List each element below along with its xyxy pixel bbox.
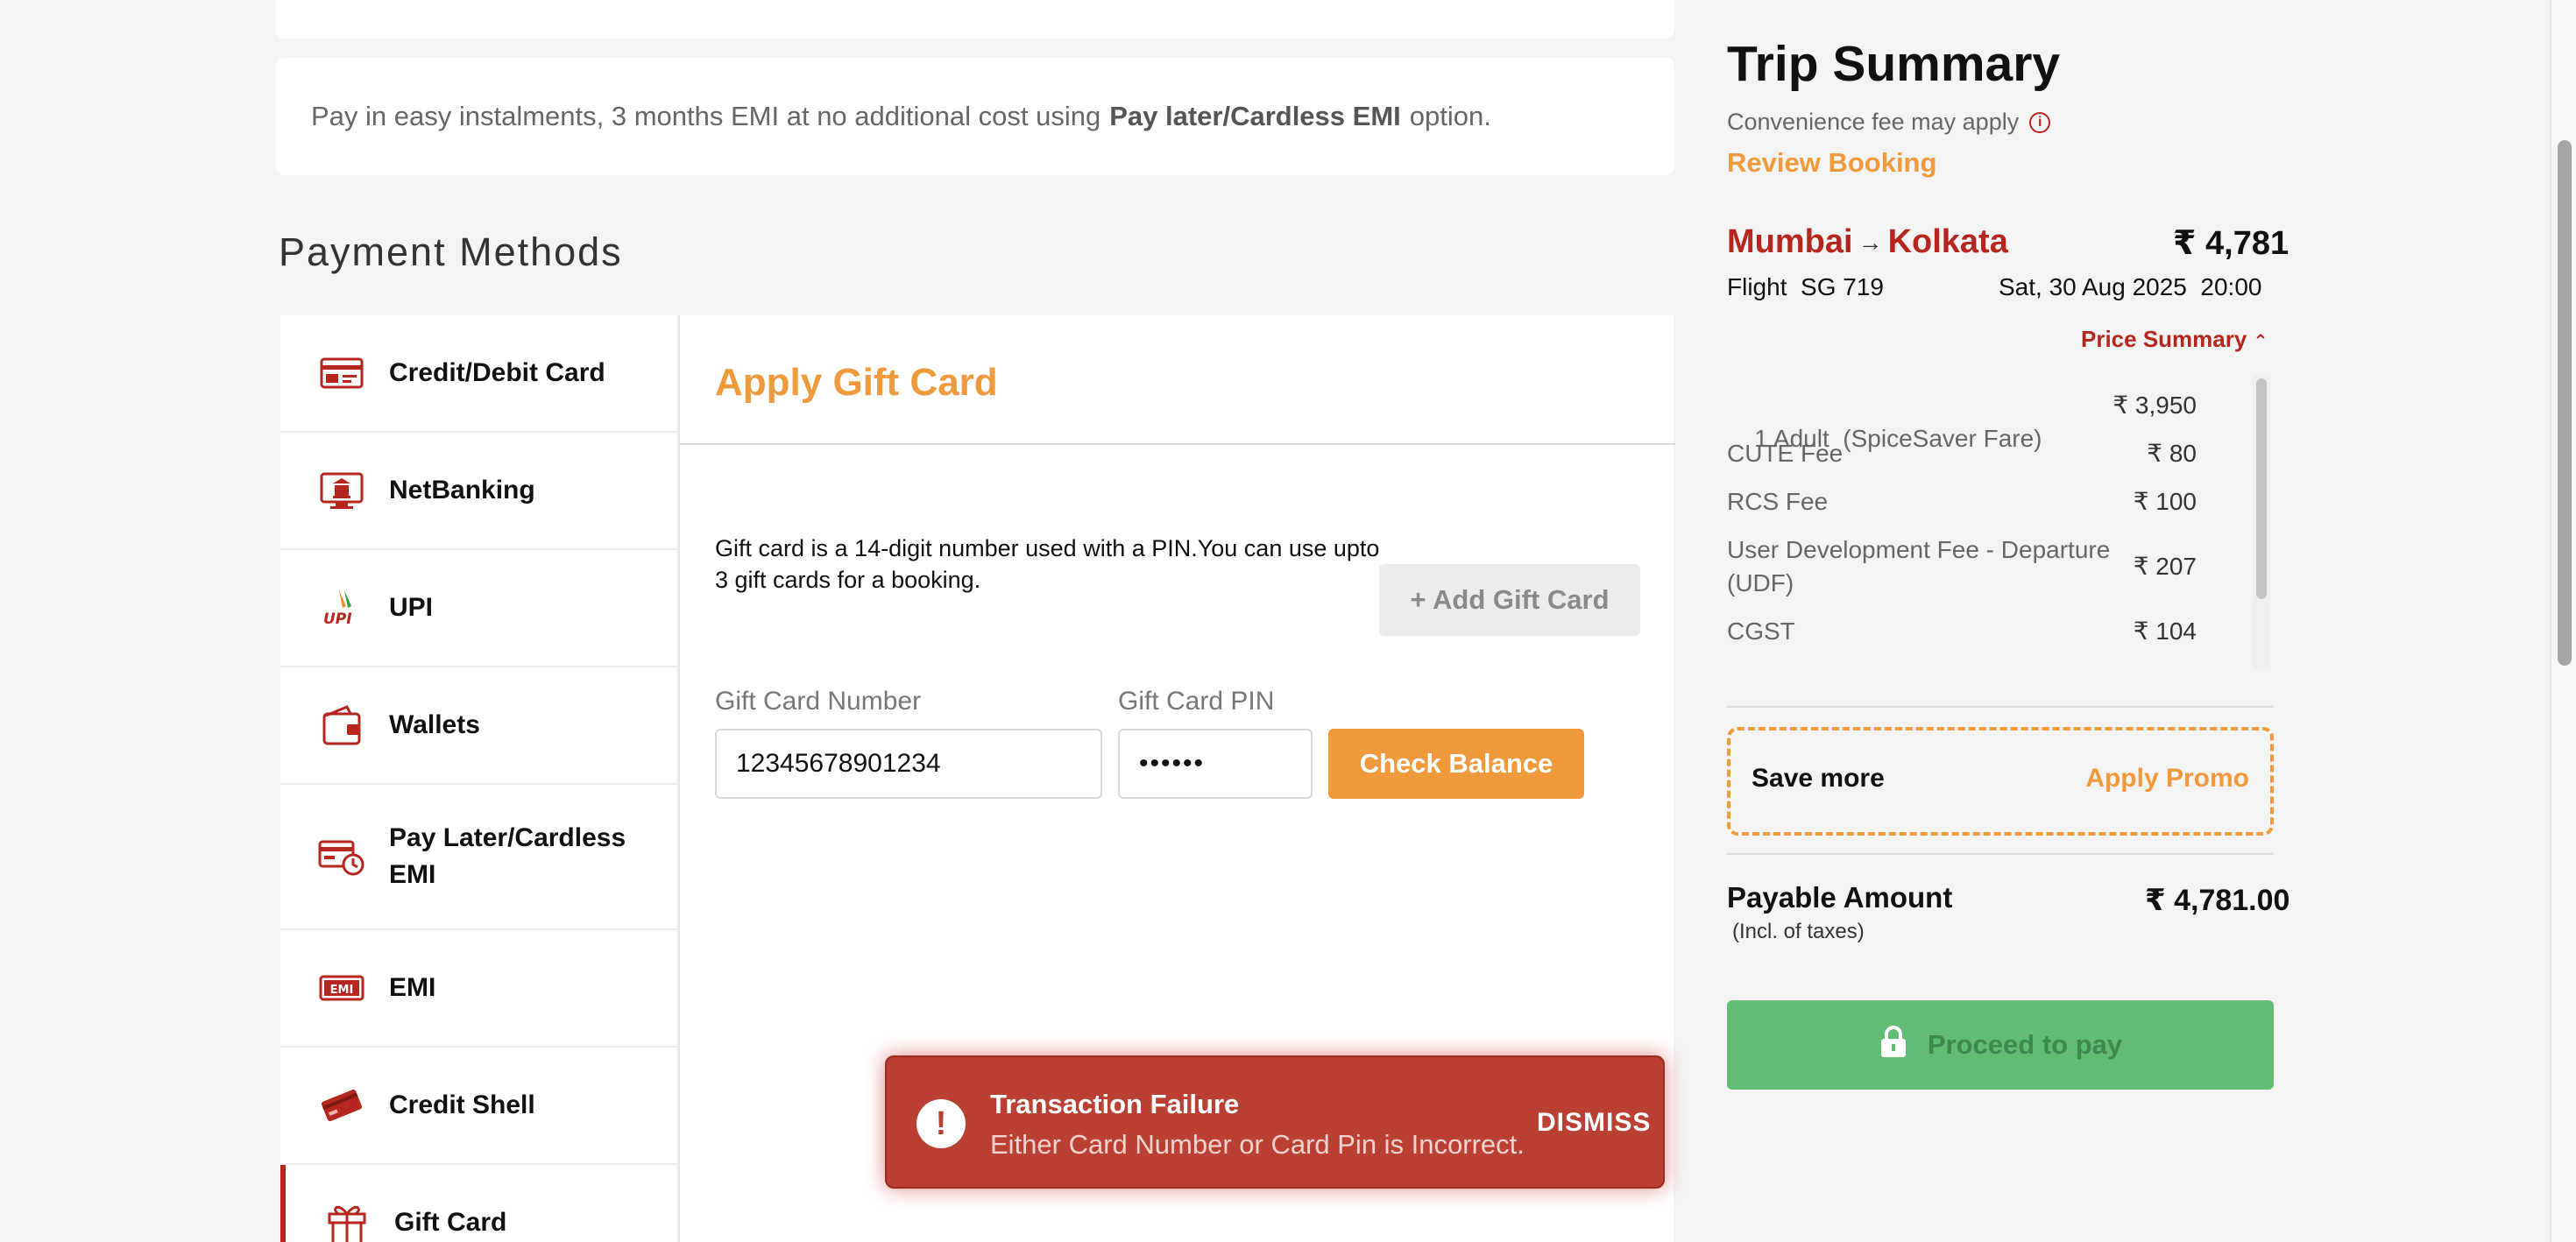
toast-title: Transaction Failure xyxy=(990,1089,1240,1119)
fare-label: RCS Fee xyxy=(1727,488,1829,515)
fare-label: CGST xyxy=(1727,617,1795,645)
nav-label-wallets: Wallets xyxy=(389,710,480,739)
nav-label-gift-card: Gift Card xyxy=(394,1208,507,1237)
check-balance-button[interactable]: Check Balance xyxy=(1328,729,1584,799)
dismiss-button[interactable]: DISMISS xyxy=(1537,1108,1651,1138)
chevron-up-icon: ⌃ xyxy=(2253,332,2268,351)
nav-label-emi: EMI xyxy=(389,973,436,1002)
trip-summary-title: Trip Summary xyxy=(1727,36,2061,92)
page-scrollbar-thumb[interactable] xyxy=(2558,140,2572,666)
fare-row: User Development Fee - Departure (UDF) ₹… xyxy=(1727,533,2223,600)
emi-banner-text: Pay in easy instalments, 3 months EMI at… xyxy=(311,101,1101,131)
convenience-fee-text: Convenience fee may apply xyxy=(1727,109,2020,135)
price-summary-toggle[interactable]: Price Summary ⌃ xyxy=(2081,326,2268,353)
alert-icon: ! xyxy=(916,1099,966,1148)
nav-label-pay-later: Pay Later/Cardless EMI xyxy=(389,823,626,889)
emi-info-banner: Pay in easy instalments, 3 months EMI at… xyxy=(276,58,1674,175)
toast-message: Either Card Number or Card Pin is Incorr… xyxy=(990,1129,1525,1160)
flight-number: Flight SG 719 xyxy=(1727,273,1884,300)
payment-method-nav: Credit/Debit Card NetBanking UPI UPI Wal… xyxy=(280,315,676,1242)
save-more-label: Save more xyxy=(1752,764,1885,793)
nav-upi[interactable]: UPI UPI xyxy=(280,550,676,667)
emi-banner-highlight: Pay later/Cardless EMI xyxy=(1109,101,1401,131)
gift-card-number-label: Gift Card Number xyxy=(715,687,922,716)
scrollbar-thumb[interactable] xyxy=(2256,378,2267,599)
divider xyxy=(1727,853,2274,855)
emi-icon: EMI xyxy=(317,963,366,1013)
lock-icon xyxy=(1879,1024,1908,1066)
credit-shell-icon xyxy=(317,1081,366,1130)
nav-credit-shell[interactable]: Credit Shell xyxy=(280,1048,676,1165)
proceed-to-pay-button[interactable]: Proceed to pay xyxy=(1727,1000,2274,1090)
nav-credit-debit-card[interactable]: Credit/Debit Card xyxy=(280,315,676,433)
gift-card-description: Gift card is a 14-digit number used with… xyxy=(715,535,1380,593)
destination-city: Kolkata xyxy=(1887,223,2008,260)
fare-breakdown-list: 1 Adult (SpiceSaver Fare) ₹ 3,950 CUTE F… xyxy=(1727,375,2228,669)
page-scrollbar[interactable] xyxy=(2550,0,2576,1242)
gift-card-number-input[interactable] xyxy=(715,729,1102,799)
nav-wallets[interactable]: Wallets xyxy=(280,667,676,785)
gift-card-pin-input[interactable] xyxy=(1118,729,1313,799)
proceed-label: Proceed to pay xyxy=(1927,1029,2123,1060)
panel-header: Apply Gift Card xyxy=(680,315,1675,445)
fare-amount: ₹ 100 xyxy=(2133,488,2197,515)
flight-date: Sat, 30 Aug 2025 20:00 xyxy=(1999,273,2262,300)
nav-gift-card[interactable]: Gift Card xyxy=(280,1165,676,1242)
svg-text:EMI: EMI xyxy=(330,984,354,997)
fare-row: RCS Fee ₹ 100 xyxy=(1727,485,2223,519)
nav-netbanking[interactable]: NetBanking xyxy=(280,433,676,550)
nav-label-upi: UPI xyxy=(389,593,434,622)
payable-tax-note: (Incl. of taxes) xyxy=(1732,920,1865,943)
fare-label: User Development Fee - Departure (UDF) xyxy=(1727,536,2111,596)
review-booking-link[interactable]: Review Booking xyxy=(1727,147,1936,179)
info-icon[interactable]: i xyxy=(2029,111,2051,133)
upi-icon: UPI xyxy=(317,583,366,632)
fare-row: CUTE Fee ₹ 80 xyxy=(1727,437,2223,470)
apply-promo-link[interactable]: Apply Promo xyxy=(2085,764,2249,794)
svg-text:UPI: UPI xyxy=(323,610,352,627)
previous-section-card xyxy=(276,0,1674,39)
credit-card-icon xyxy=(317,349,366,398)
nav-pay-later[interactable]: Pay Later/Cardless EMI xyxy=(280,785,676,930)
emi-banner-text-end: option. xyxy=(1409,101,1491,131)
nav-label-credit-debit-card: Credit/Debit Card xyxy=(389,358,605,387)
payable-amount-value: ₹ 4,781.00 xyxy=(2145,884,2290,917)
fare-amount: ₹ 3,950 xyxy=(2112,392,2197,419)
divider xyxy=(1727,706,2274,708)
fare-list-scrollbar[interactable] xyxy=(2253,375,2270,669)
nav-label-netbanking: NetBanking xyxy=(389,476,535,505)
promo-box: Save more Apply Promo xyxy=(1727,727,2274,836)
flight-route: Mumbai → Kolkata xyxy=(1727,223,2008,261)
fare-amount: ₹ 80 xyxy=(2147,440,2197,467)
price-summary-label: Price Summary xyxy=(2081,326,2247,352)
fare-row: CGST ₹ 104 xyxy=(1727,615,2223,648)
arrow-right-icon: → xyxy=(1858,228,1883,256)
payable-amount-label: Payable Amount xyxy=(1727,881,1953,914)
wallet-icon xyxy=(317,701,366,750)
gift-card-pin-label: Gift Card PIN xyxy=(1118,687,1275,716)
netbanking-icon xyxy=(317,466,366,515)
fare-amount: ₹ 207 xyxy=(2133,553,2197,580)
nav-emi[interactable]: EMI EMI xyxy=(280,930,676,1048)
payment-methods-title: Payment Methods xyxy=(279,229,623,274)
gift-icon xyxy=(322,1198,372,1242)
origin-city: Mumbai xyxy=(1727,223,1853,260)
pay-later-icon xyxy=(317,832,366,881)
fare-label: CUTE Fee xyxy=(1727,440,1844,467)
trip-total: ₹ 4,781 xyxy=(2173,225,2289,262)
convenience-fee-note: Convenience fee may apply i xyxy=(1727,109,2051,136)
apply-gift-card-title: Apply Gift Card xyxy=(715,361,998,404)
fare-amount: ₹ 104 xyxy=(2133,617,2197,645)
add-gift-card-button[interactable]: + Add Gift Card xyxy=(1379,564,1640,636)
nav-label-credit-shell: Credit Shell xyxy=(389,1090,535,1119)
transaction-failure-toast: ! Transaction Failure Either Card Number… xyxy=(885,1055,1665,1189)
